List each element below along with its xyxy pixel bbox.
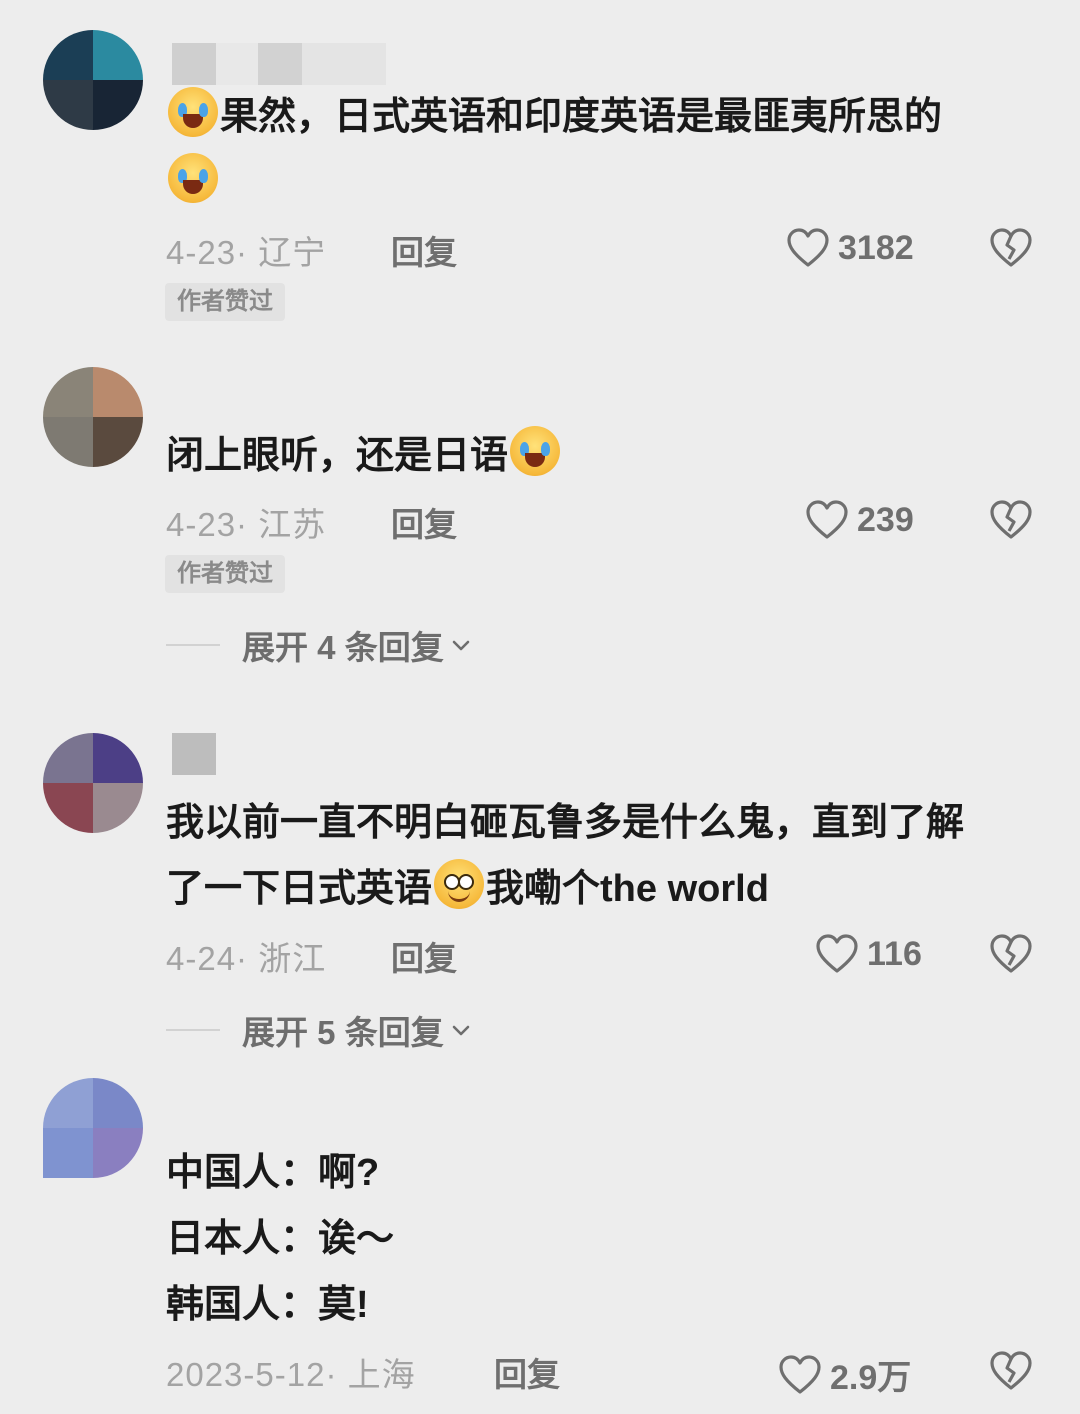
like-button[interactable]: 2.9万 xyxy=(778,1350,911,1399)
reply-button[interactable]: 回复 xyxy=(391,932,457,980)
like-count: 2.9万 xyxy=(830,1359,912,1397)
broken-heart-icon xyxy=(990,228,1032,267)
like-count: 239 xyxy=(857,500,914,539)
reply-button[interactable]: 回复 xyxy=(391,498,457,546)
dislike-button[interactable] xyxy=(989,1350,1033,1392)
username-redacted[interactable] xyxy=(172,43,386,85)
username-redacted[interactable] xyxy=(172,733,216,775)
broken-heart-icon xyxy=(990,1351,1032,1390)
date-location: 4-23· 江苏 xyxy=(166,506,327,543)
author-liked-badge: 作者赞过 xyxy=(165,555,285,593)
laugh-cry-emoji-icon xyxy=(510,426,561,476)
avatar[interactable] xyxy=(43,30,143,130)
divider xyxy=(166,644,220,646)
dislike-button[interactable] xyxy=(989,227,1033,269)
avatar[interactable] xyxy=(43,1078,143,1178)
comment-text: 果然，日式英语和印度英语是最匪夷所思的 xyxy=(166,84,1026,216)
chevron-down-icon xyxy=(452,1025,470,1036)
heart-outline-icon xyxy=(805,499,849,541)
comment-meta: 4-24· 浙江 回复 xyxy=(166,936,457,977)
reply-button[interactable]: 回复 xyxy=(494,1348,560,1396)
expand-replies-button[interactable]: 展开 4 条回复 xyxy=(166,625,472,666)
comment-text: 中国人：啊? 日本人：诶～ 韩国人：莫! xyxy=(166,1152,395,1326)
like-button[interactable]: 239 xyxy=(805,499,914,541)
avatar[interactable] xyxy=(43,367,143,467)
date-location: 4-23· 辽宁 xyxy=(166,234,327,271)
like-count: 3182 xyxy=(838,228,914,267)
comment-meta: 2023-5-12· 上海 回复 xyxy=(166,1352,560,1393)
comment-meta: 4-23· 江苏 回复 xyxy=(166,502,457,543)
expand-replies-label: 展开 4 条回复 xyxy=(242,629,444,666)
expand-replies-button[interactable]: 展开 5 条回复 xyxy=(166,1010,472,1051)
comment-text: 闭上眼听，还是日语 xyxy=(166,423,1026,489)
divider xyxy=(166,1029,220,1031)
chevron-down-icon xyxy=(452,640,470,651)
comment-text: 我以前一直不明白砸瓦鲁多是什么鬼，直到了解 了一下日式英语 我嘞个the worl… xyxy=(166,802,965,910)
grinning-emoji-icon xyxy=(434,859,485,909)
laugh-cry-emoji-icon xyxy=(168,153,218,203)
dislike-button[interactable] xyxy=(989,933,1033,975)
expand-replies-label: 展开 5 条回复 xyxy=(242,1014,444,1051)
dislike-button[interactable] xyxy=(989,499,1033,541)
date-location: 4-24· 浙江 xyxy=(166,940,327,977)
laugh-cry-emoji-icon xyxy=(168,87,218,137)
reply-button[interactable]: 回复 xyxy=(391,226,457,274)
heart-outline-icon xyxy=(778,1354,822,1396)
like-button[interactable]: 116 xyxy=(815,933,922,975)
date-location: 2023-5-12· 上海 xyxy=(166,1356,416,1393)
broken-heart-icon xyxy=(990,934,1032,973)
like-count: 116 xyxy=(867,934,922,973)
like-button[interactable]: 3182 xyxy=(786,227,914,269)
author-liked-badge: 作者赞过 xyxy=(165,283,285,321)
avatar[interactable] xyxy=(43,733,143,833)
comment-meta: 4-23· 辽宁 回复 xyxy=(166,230,457,271)
heart-outline-icon xyxy=(786,227,830,269)
broken-heart-icon xyxy=(990,500,1032,539)
heart-outline-icon xyxy=(815,933,859,975)
